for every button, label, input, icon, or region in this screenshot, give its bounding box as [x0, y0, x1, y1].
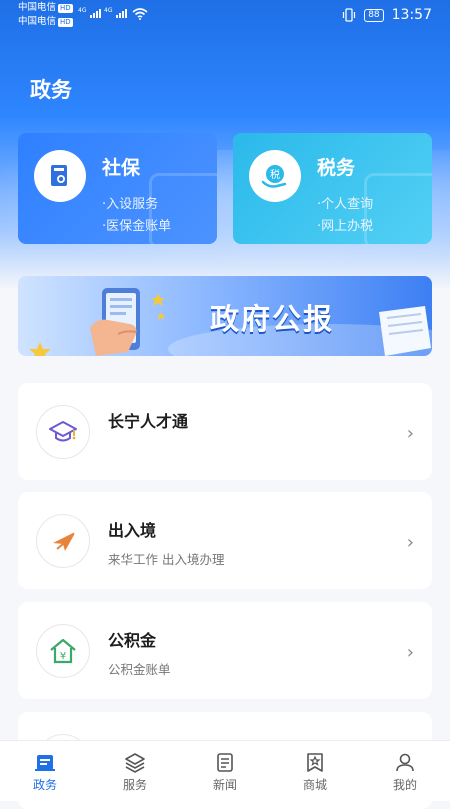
- phone-hand-illustration: [29, 288, 165, 356]
- list-item-talent[interactable]: 长宁人才通 ›: [18, 383, 432, 480]
- tab-label: 商城: [302, 778, 327, 792]
- carrier-1-label: 中国电信: [18, 2, 57, 13]
- tile-decoration: [364, 173, 432, 244]
- tile-shebao[interactable]: 社保 ·入设服务 ·医保金账单: [18, 133, 217, 244]
- carrier-2: 中国电信 HD: [18, 16, 73, 28]
- wifi-icon: [132, 8, 148, 20]
- hd-badge: HD: [58, 18, 73, 27]
- airplane-icon: [36, 514, 90, 568]
- paper-roll-icon: [379, 306, 431, 356]
- layers-icon: [125, 753, 145, 773]
- news-icon: [217, 753, 233, 772]
- carrier-1: 中国电信 HD: [18, 2, 73, 14]
- status-right: 88 13:57: [342, 7, 432, 23]
- status-bar: 中国电信 HD 中国电信 HD 4G 4G 88 13:57: [0, 0, 450, 32]
- tile-shuiwu[interactable]: 税 税务 ·个人查询 ·网上办税: [233, 133, 432, 244]
- government-gazette-banner[interactable]: 政府公报: [18, 276, 432, 356]
- list-item-exit-entry[interactable]: 出入境 来华工作 出入境办理 ›: [18, 492, 432, 589]
- list-item-subtitle: 公积金账单: [108, 662, 171, 677]
- tile-shebao-item-2[interactable]: ·医保金账单: [102, 215, 171, 234]
- page-title: 政务: [30, 78, 72, 102]
- tab-mall[interactable]: 商城: [270, 741, 360, 801]
- battery-level: 88: [364, 8, 384, 22]
- signal-icon: 4G: [78, 7, 102, 18]
- graduation-cap-icon: [36, 405, 90, 459]
- house-yuan-icon: ¥: [36, 624, 90, 678]
- carrier-2-label: 中国电信: [18, 16, 57, 27]
- tab-label: 服务: [122, 778, 147, 792]
- tax-icon: 税: [249, 150, 301, 202]
- list-item-title: 公积金: [108, 631, 157, 650]
- chevron-right-icon: ›: [406, 423, 414, 444]
- tab-services[interactable]: 服务: [90, 741, 180, 801]
- government-tab-icon: [35, 755, 55, 771]
- list-item-title: 出入境: [108, 521, 157, 540]
- svg-text:¥: ¥: [60, 651, 66, 662]
- tile-shebao-title: 社保: [102, 157, 141, 179]
- chevron-right-icon: ›: [406, 642, 414, 663]
- list-item-housing-fund[interactable]: ¥ 公积金 公积金账单 ›: [18, 602, 432, 699]
- signal-icon-2: 4G: [104, 7, 128, 18]
- clock: 13:57: [391, 7, 432, 23]
- list-item-title: 长宁人才通: [108, 412, 189, 431]
- tile-shebao-item-1[interactable]: ·入设服务: [102, 193, 158, 212]
- network-type-2: 4G: [104, 7, 113, 14]
- tab-label: 我的: [392, 778, 417, 792]
- tile-shuiwu-item-2[interactable]: ·网上办税: [317, 215, 373, 234]
- vibrate-icon: [343, 8, 356, 22]
- banner-title: 政府公报: [210, 302, 335, 336]
- person-icon: [396, 753, 414, 772]
- tab-news[interactable]: 新闻: [180, 741, 270, 801]
- hd-badge: HD: [58, 4, 73, 13]
- tab-government[interactable]: 政务: [0, 741, 90, 801]
- tab-label: 新闻: [212, 778, 237, 792]
- network-type: 4G: [78, 7, 87, 14]
- bottom-tab-bar: 政务 服务 新闻 商城 我的: [0, 740, 450, 801]
- tab-label: 政务: [32, 778, 57, 792]
- mall-icon: [307, 753, 323, 772]
- tab-profile[interactable]: 我的: [360, 741, 450, 801]
- document-icon: [34, 150, 86, 202]
- tile-shuiwu-title: 税务: [317, 157, 356, 179]
- chevron-right-icon: ›: [406, 532, 414, 553]
- svg-text:税: 税: [270, 168, 280, 181]
- tile-shuiwu-item-1[interactable]: ·个人查询: [317, 193, 373, 212]
- list-item-subtitle: 来华工作 出入境办理: [108, 552, 225, 567]
